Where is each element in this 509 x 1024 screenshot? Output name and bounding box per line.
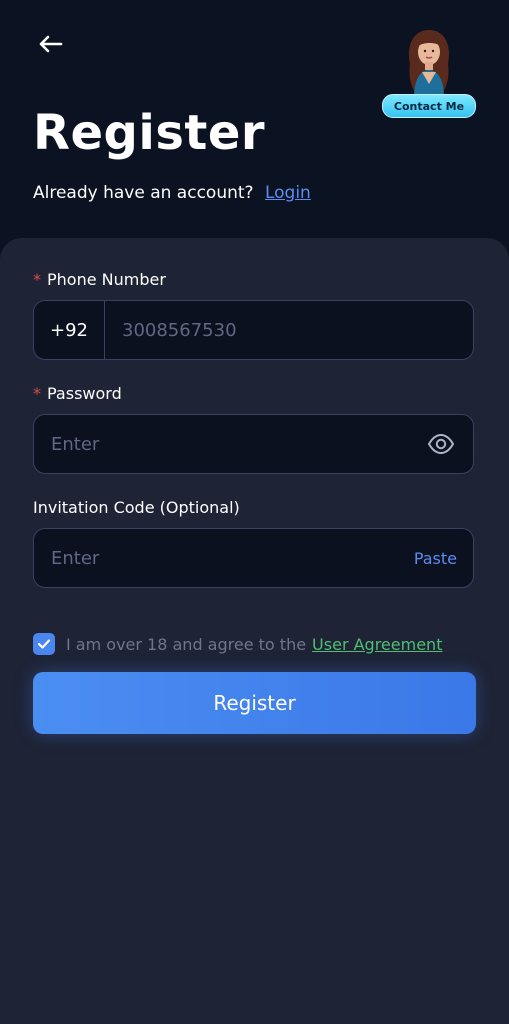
register-button[interactable]: Register bbox=[33, 672, 476, 734]
phone-input[interactable]: 3008567530 bbox=[122, 301, 462, 359]
login-prompt-text: Already have an account? bbox=[33, 183, 254, 203]
phone-field: +92 3008567530 bbox=[33, 300, 474, 360]
login-link[interactable]: Login bbox=[265, 183, 311, 203]
required-mark: * bbox=[33, 384, 41, 403]
password-label-text: Password bbox=[47, 384, 122, 403]
user-agreement-link[interactable]: User Agreement bbox=[312, 635, 442, 654]
password-field: Enter bbox=[33, 414, 474, 474]
support-agent-avatar[interactable] bbox=[396, 24, 462, 98]
country-code-selector[interactable]: +92 bbox=[34, 301, 105, 359]
password-label: * Password bbox=[33, 384, 122, 403]
phone-label-text: Phone Number bbox=[47, 270, 166, 289]
back-button[interactable] bbox=[34, 30, 66, 58]
agreement-row: I am over 18 and agree to the User Agree… bbox=[33, 632, 442, 656]
invitation-field: Enter Paste bbox=[33, 528, 474, 588]
login-prompt: Already have an account? Login bbox=[33, 183, 311, 203]
phone-label: * Phone Number bbox=[33, 270, 166, 289]
invitation-input[interactable]: Enter bbox=[51, 529, 391, 587]
register-form: * Phone Number +92 3008567530 * Password E… bbox=[0, 238, 509, 1024]
contact-widget: Contact Me bbox=[380, 24, 478, 120]
required-mark: * bbox=[33, 270, 41, 289]
arrow-left-icon bbox=[39, 35, 63, 53]
checkmark-icon bbox=[37, 639, 51, 649]
agreement-text: I am over 18 and agree to the bbox=[66, 634, 307, 654]
page-title: Register bbox=[33, 105, 266, 161]
agreement-checkbox[interactable] bbox=[33, 633, 55, 655]
header: Contact Me Register Already have an acco… bbox=[0, 0, 509, 260]
eye-icon[interactable] bbox=[427, 431, 455, 457]
invitation-label: Invitation Code (Optional) bbox=[33, 498, 240, 517]
password-input[interactable]: Enter bbox=[51, 415, 411, 473]
paste-button[interactable]: Paste bbox=[414, 529, 457, 587]
contact-me-button[interactable]: Contact Me bbox=[382, 94, 476, 118]
